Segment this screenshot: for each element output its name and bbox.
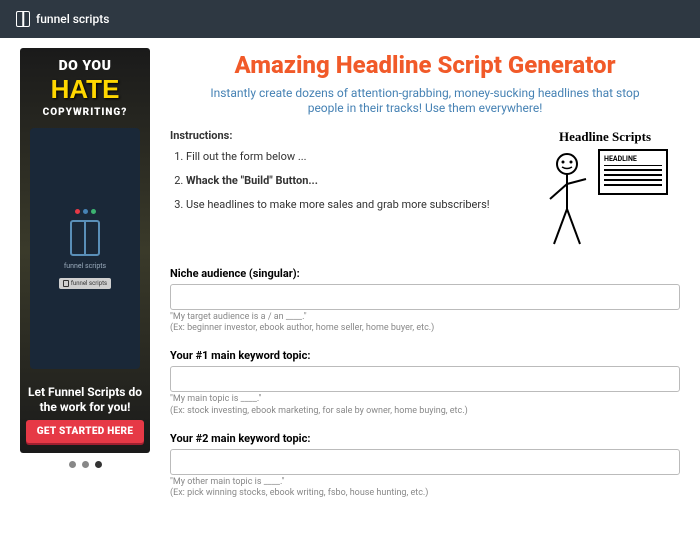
instructions-heading: Instructions: [170, 129, 518, 142]
field-label: Your #2 main keyword topic: [170, 432, 680, 445]
book-icon [16, 11, 30, 27]
carousel-dot[interactable] [69, 461, 76, 468]
instruction-step: Whack the "Build" Button... [186, 174, 518, 188]
headline-card-title: HEADLINE [604, 155, 662, 166]
field-label: Your #1 main keyword topic: [170, 349, 680, 362]
headline-card: HEADLINE [598, 149, 668, 195]
content: Amazing Headline Script Generator Instan… [170, 48, 680, 514]
field-hint: "My main topic is ____."(Ex: stock inves… [170, 394, 680, 417]
keyword1-input[interactable] [170, 366, 680, 392]
ad-product-box: funnel scripts funnel scripts [30, 128, 140, 369]
carousel-dots [20, 461, 150, 468]
ad-line2: COPYWRITING? [26, 107, 144, 118]
field-hint: "My other main topic is ____."(Ex: pick … [170, 477, 680, 500]
brand-name: funnel scripts [36, 12, 109, 26]
ad-subtext: Let Funnel Scripts do the work for you! [26, 385, 144, 414]
instructions: Instructions: Fill out the form below ..… [170, 129, 518, 249]
ad-cta-button[interactable]: GET STARTED HERE [26, 420, 144, 443]
brand-logo[interactable]: funnel scripts [16, 11, 109, 27]
carousel-dot[interactable] [82, 461, 89, 468]
instruction-step: Use headlines to make more sales and gra… [186, 198, 518, 212]
keyword2-input[interactable] [170, 449, 680, 475]
field-keyword2: Your #2 main keyword topic: "My other ma… [170, 432, 680, 500]
ad-hate: HATE [26, 74, 144, 105]
ad-dots [75, 209, 96, 214]
app-header: funnel scripts [0, 0, 700, 38]
illustration-title: Headline Scripts [530, 129, 680, 145]
main-area: DO YOU HATE COPYWRITING? funnel scripts … [0, 38, 700, 524]
page-title: Amazing Headline Script Generator [170, 52, 680, 80]
niche-input[interactable] [170, 284, 680, 310]
instruction-step: Fill out the form below ... [186, 150, 518, 164]
field-niche: Niche audience (singular): "My target au… [170, 267, 680, 335]
book-icon [70, 220, 100, 256]
carousel-dot-active[interactable] [95, 461, 102, 468]
field-keyword1: Your #1 main keyword topic: "My main top… [170, 349, 680, 417]
sidebar: DO YOU HATE COPYWRITING? funnel scripts … [20, 48, 150, 514]
promo-ad[interactable]: DO YOU HATE COPYWRITING? funnel scripts … [20, 48, 150, 453]
ad-box-label: funnel scripts [64, 262, 106, 270]
illustration: Headline Scripts HEADLINE [530, 129, 680, 249]
ad-line1: DO YOU [26, 58, 144, 74]
page-subtitle: Instantly create dozens of attention-gra… [200, 86, 650, 117]
ad-box-tag: funnel scripts [59, 278, 111, 289]
intro-row: Instructions: Fill out the form below ..… [170, 129, 680, 249]
stickman-icon [542, 149, 592, 249]
field-hint: "My target audience is a / an ____."(Ex:… [170, 312, 680, 335]
field-label: Niche audience (singular): [170, 267, 680, 280]
